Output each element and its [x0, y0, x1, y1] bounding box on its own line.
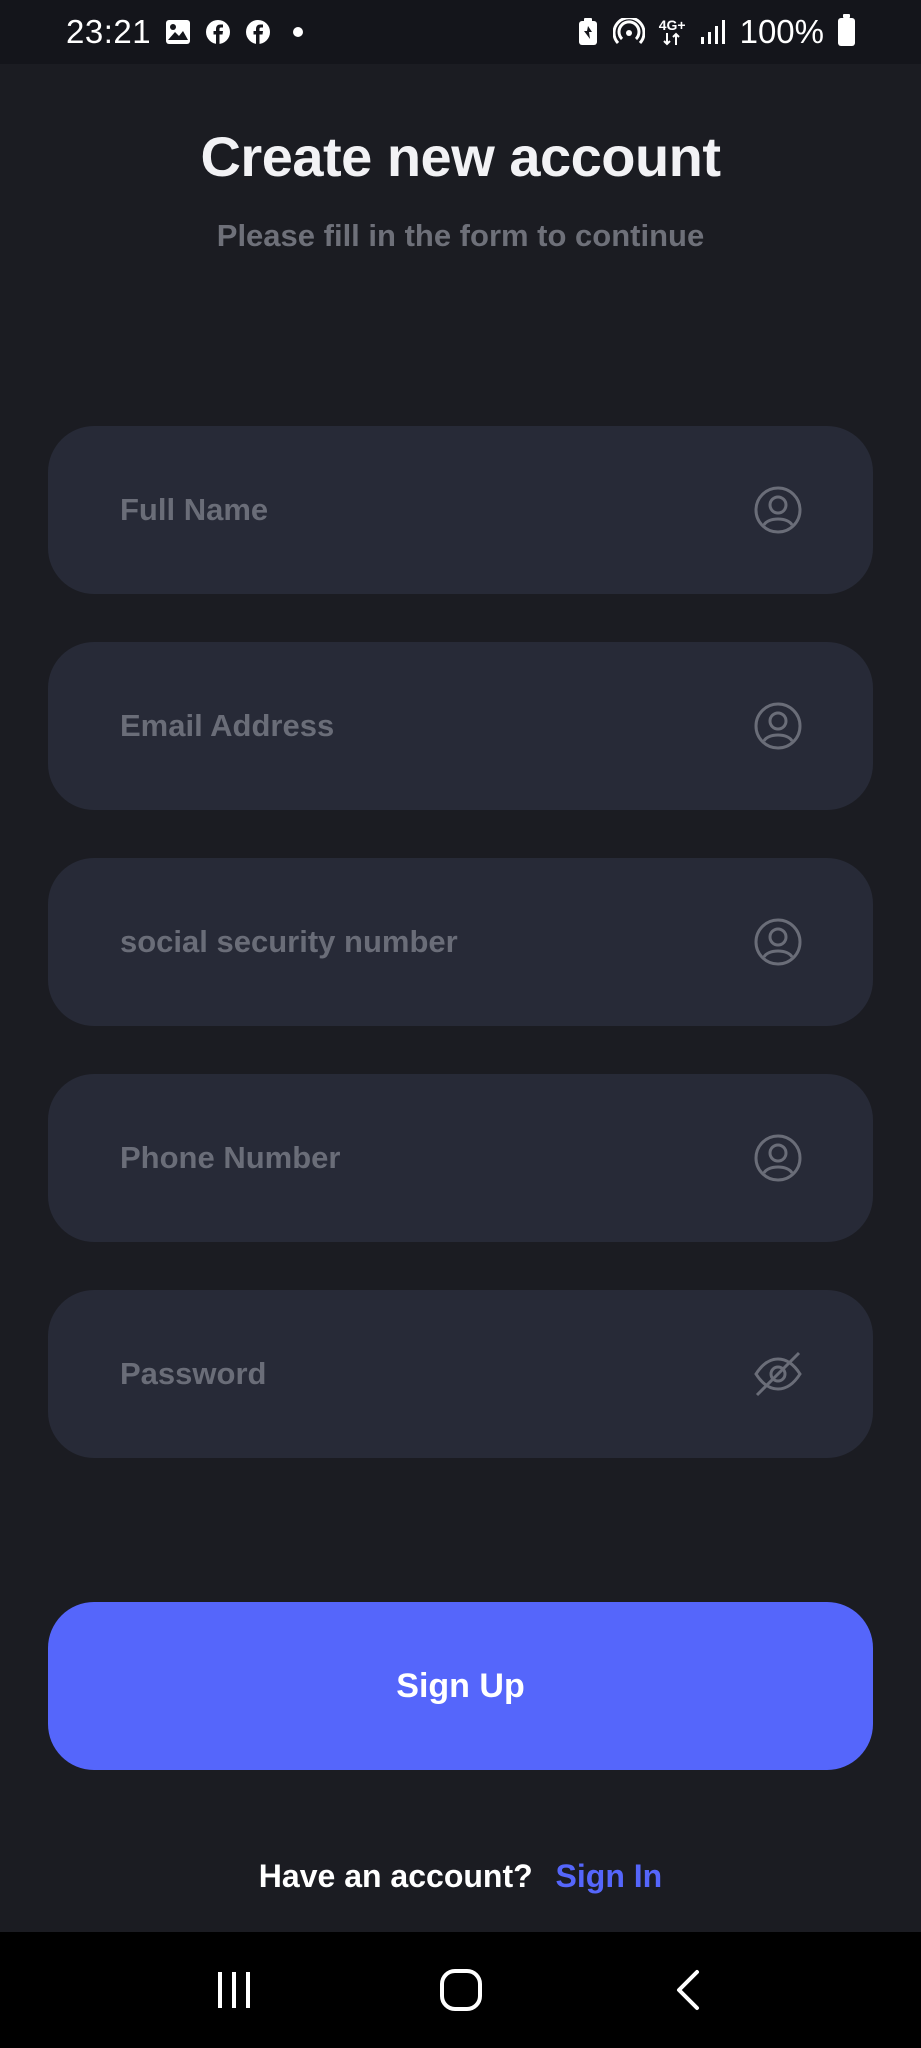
- notification-dot: [293, 27, 304, 37]
- page-subtitle: Please fill in the form to continue: [216, 218, 705, 253]
- email-input[interactable]: [120, 708, 680, 744]
- home-icon[interactable]: [421, 1950, 501, 2030]
- sign-up-button[interactable]: Sign Up: [48, 1602, 873, 1770]
- full-name-field[interactable]: [48, 426, 873, 594]
- user-icon: [753, 485, 803, 535]
- phone-input[interactable]: [120, 1140, 680, 1176]
- status-right: 4G+ 100%: [577, 13, 855, 51]
- ssn-field[interactable]: [48, 858, 873, 1026]
- phone-field[interactable]: [48, 1074, 873, 1242]
- signup-screen: Create new account Please fill in the fo…: [0, 64, 921, 1932]
- password-input[interactable]: [120, 1356, 680, 1392]
- recent-apps-icon[interactable]: [194, 1950, 274, 2030]
- status-time: 23:21: [66, 13, 152, 50]
- facebook-icon: [245, 19, 271, 45]
- user-icon: [753, 701, 803, 751]
- gallery-icon: [165, 19, 191, 45]
- network-4g-icon: 4G+: [659, 18, 686, 46]
- sign-in-prompt: Have an account? Sign In: [0, 1858, 921, 1895]
- user-icon: [753, 917, 803, 967]
- password-field[interactable]: [48, 1290, 873, 1458]
- sign-in-link[interactable]: Sign In: [556, 1858, 663, 1894]
- eye-off-icon[interactable]: [753, 1349, 803, 1399]
- page-title: Create new account: [200, 125, 721, 188]
- back-icon[interactable]: [648, 1950, 728, 2030]
- signal-icon: [700, 19, 726, 45]
- status-left: 23:21: [66, 13, 304, 51]
- user-icon: [753, 1133, 803, 1183]
- ssn-input[interactable]: [120, 924, 680, 960]
- hotspot-icon: [612, 18, 645, 46]
- battery-icon: [838, 14, 855, 46]
- network-label: 4G+: [658, 17, 686, 33]
- system-nav-bar: [0, 1932, 921, 2048]
- battery-saver-icon: [577, 18, 599, 46]
- battery-percent: 100%: [739, 13, 824, 50]
- status-bar: 23:21 4G+ 100%: [0, 0, 921, 64]
- have-account-text: Have an account?: [258, 1858, 533, 1894]
- email-field[interactable]: [48, 642, 873, 810]
- full-name-input[interactable]: [120, 492, 680, 528]
- facebook-icon: [205, 19, 231, 45]
